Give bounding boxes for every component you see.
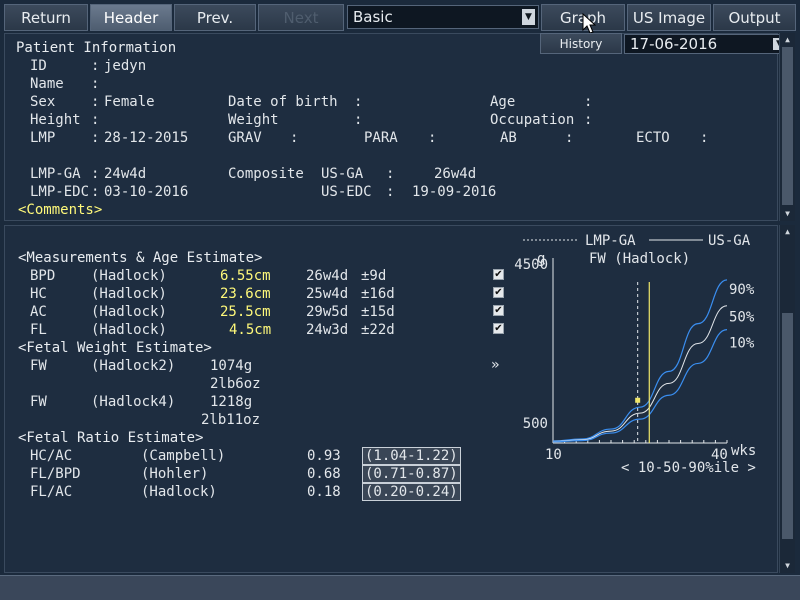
output-button[interactable]: Output [713, 4, 796, 31]
ratio-range-box: (0.71-0.87) [362, 465, 461, 483]
fw-growth-chart: LMP-GA US-GA g FW (Hadlock) 4500 500 10 … [514, 233, 756, 476]
legend-lmp-ga: LMP-GA [585, 233, 636, 249]
scroll-up-icon[interactable]: ▲ [782, 35, 793, 45]
ecto-label: ECTO [636, 130, 670, 146]
composite-label: Composite [228, 166, 304, 182]
us-ga-value: 26w4d [434, 166, 477, 182]
sex-value: Female [104, 94, 155, 110]
header-tab[interactable]: Header [90, 4, 172, 31]
prev-button[interactable]: Prev. [174, 4, 256, 31]
occupation-label: Occupation [490, 112, 575, 128]
next-button[interactable]: Next [258, 4, 344, 31]
scroll-down-icon[interactable]: ▼ [782, 561, 793, 571]
lmp-ga-label: LMP-GA [30, 166, 81, 182]
us-edc-label: US-EDC [321, 184, 372, 200]
x-tick-10: 10 [545, 447, 562, 463]
fetal-weight-title: <Fetal Weight Estimate> [18, 340, 212, 356]
comments-link[interactable]: <Comments> [18, 201, 102, 219]
return-button[interactable]: Return [4, 4, 88, 31]
measurements-title: <Measurements & Age Estimate> [18, 250, 263, 266]
y-tick-500: 500 [523, 416, 548, 432]
scroll-thumb[interactable] [782, 313, 793, 539]
ac-checkbox[interactable]: ✔ [493, 305, 504, 316]
ab-label: AB [500, 130, 517, 146]
us-ga-label: US-GA [321, 166, 364, 182]
mouse-cursor-icon [582, 13, 596, 34]
x-axis-label: wks [731, 443, 756, 459]
mode-select-value: Basic [353, 8, 393, 26]
para-label: PARA [364, 130, 398, 146]
lmp-value: 28-12-2015 [104, 130, 189, 146]
hc-checkbox[interactable]: ✔ [493, 287, 504, 298]
curve-90 [552, 279, 728, 442]
scroll-thumb[interactable] [782, 47, 793, 205]
fl-checkbox[interactable]: ✔ [493, 323, 504, 334]
curve-10 [552, 329, 728, 443]
id-label: ID [30, 58, 47, 74]
legend-us-ga: US-GA [708, 233, 751, 249]
curve-50 [552, 305, 728, 442]
scroll-down-icon[interactable]: ▼ [782, 209, 793, 219]
status-bar [0, 575, 800, 600]
chevron-down-icon: ▼ [522, 9, 535, 25]
exam-date-select[interactable]: 17-06-2016 ▼ [624, 34, 790, 54]
sex-label: Sex [30, 94, 56, 110]
us-edc-value: 19-09-2016 [412, 184, 497, 200]
lmp-label: LMP [30, 130, 56, 146]
expand-more-icon[interactable]: » [491, 356, 499, 374]
height-label: Height [30, 112, 81, 128]
lmp-edc-label: LMP-EDC [30, 184, 90, 200]
age-label: Age [490, 94, 516, 110]
name-label: Name [30, 76, 64, 92]
ratio-range-box: (0.20-0.24) [362, 483, 461, 501]
curve-label-10: 10% [729, 336, 755, 352]
history-button[interactable]: History [540, 33, 622, 54]
y-tick-4500: 4500 [514, 257, 548, 273]
exam-date-value: 17-06-2016 [630, 35, 718, 53]
fetal-ratio-title: <Fetal Ratio Estimate> [18, 430, 204, 446]
scroll-up-icon[interactable]: ▲ [782, 227, 793, 237]
lmp-edc-value: 03-10-2016 [104, 184, 189, 200]
patient-info-title: Patient Information [16, 40, 177, 56]
weight-label: Weight [228, 112, 279, 128]
main-scrollbar[interactable]: ▲ ▼ [779, 225, 795, 573]
us-image-button[interactable]: US Image [627, 4, 711, 31]
bpd-checkbox[interactable]: ✔ [493, 269, 504, 280]
curve-label-90: 90% [729, 282, 755, 298]
mode-select[interactable]: Basic ▼ [347, 5, 539, 29]
chart-title: FW (Hadlock) [589, 251, 690, 267]
lmp-ga-value: 24w4d [104, 166, 147, 182]
percentile-selector[interactable]: < 10-50-90%ile > [621, 460, 756, 476]
dob-label: Date of birth [228, 94, 338, 110]
curve-label-50: 50% [729, 310, 755, 326]
ratio-range-box: (1.04-1.22) [362, 447, 461, 465]
id-value: jedyn [104, 58, 147, 74]
header-scrollbar[interactable]: ▲ ▼ [779, 33, 795, 221]
grav-label: GRAV [228, 130, 262, 146]
fetal-weight-point [635, 397, 641, 403]
